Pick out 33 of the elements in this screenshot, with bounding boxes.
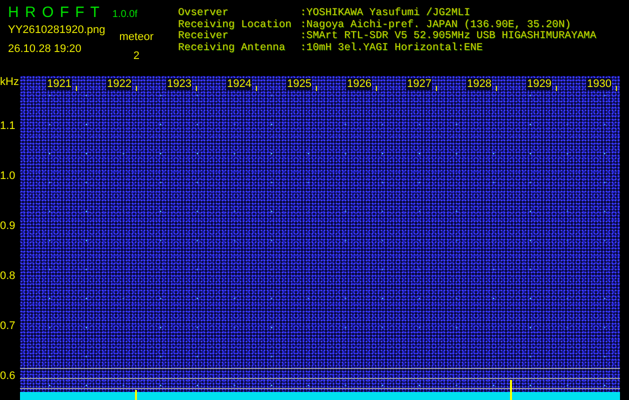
info-label: Ovserver	[178, 8, 230, 19]
meteor-label: meteor	[119, 30, 154, 45]
frequency-label: 0.9	[0, 220, 16, 232]
app-title: H R O F F T	[8, 4, 100, 21]
time-label: 1924	[226, 78, 252, 90]
time-label: 1922	[106, 78, 132, 90]
info-value: :SMArt RTL-SDR V5 52.905MHz USB HIGASHIMURAYAMA	[300, 31, 596, 42]
info-label: Receiver	[178, 31, 230, 42]
info-label: Receiving Location	[178, 20, 292, 30]
signal-marker	[135, 390, 137, 400]
info-value: :Nagoya Aichi-pref. JAPAN (136.90E, 35.20N)	[300, 20, 572, 31]
time-label: 1930	[586, 78, 612, 90]
time-label: 1928	[466, 78, 492, 90]
frequency-label: 0.8	[0, 270, 16, 282]
time-label: 1925	[286, 78, 312, 90]
time-label: 1929	[526, 78, 552, 90]
meteor-count: 2	[133, 49, 140, 64]
file-name: YY2610281920.png	[8, 23, 106, 38]
info-value: :10mH 3el.YAGI Horizontal:ENE	[300, 42, 484, 54]
version-label: 1.0.0f	[112, 9, 138, 20]
info-label: Receiving Antenna	[178, 42, 286, 54]
unit-label: kHz	[0, 76, 19, 88]
signal-marker	[510, 380, 512, 400]
info-value: :YOSHIKAWA Yasufumi /JG2MLI	[300, 8, 472, 19]
frequency-label: 1.0	[0, 170, 16, 182]
time-label: 1927	[406, 78, 432, 90]
timestamp: 26.10.28 19:20	[8, 42, 82, 57]
time-label: 1926	[346, 78, 372, 90]
frequency-label: 1.1	[0, 120, 16, 132]
frequency-label: 0.6	[0, 370, 16, 382]
time-label: 1921	[46, 78, 72, 90]
time-label: 1923	[166, 78, 192, 90]
frequency-label: 0.7	[0, 320, 16, 332]
